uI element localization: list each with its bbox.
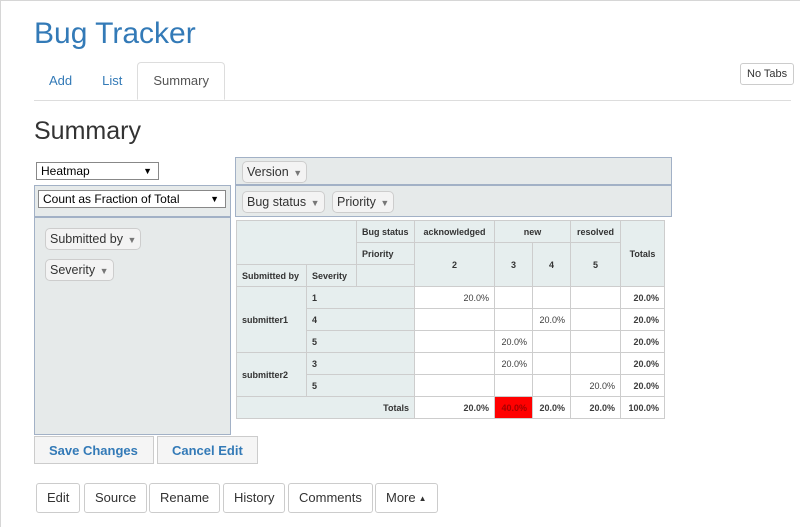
chevron-down-icon: ▼ (143, 166, 152, 176)
tab-add[interactable]: Add (34, 62, 87, 99)
data-cell: 20.0% (494, 330, 533, 353)
data-cell (532, 352, 571, 375)
header-submitted-by: Submitted by (236, 264, 307, 287)
row-severity: 5 (306, 374, 415, 397)
data-cell (570, 308, 621, 331)
attr-severity[interactable]: Severity ▼ (45, 259, 114, 281)
col-header-priority-5: 5 (570, 242, 621, 287)
header-blank (356, 264, 415, 287)
row-severity: 1 (306, 286, 415, 309)
comments-button[interactable]: Comments (288, 483, 373, 513)
tab-bar: Add List Summary (34, 62, 791, 101)
save-changes-button[interactable]: Save Changes (34, 436, 154, 464)
data-cell (494, 308, 533, 331)
header-bug-status: Bug status (356, 220, 415, 243)
history-button[interactable]: History (223, 483, 286, 513)
aggregator-select[interactable]: Count as Fraction of Total ▼ (38, 190, 226, 208)
col-total-cell: 20.0% (570, 396, 621, 419)
renderer-value: Heatmap (41, 164, 90, 178)
header-priority: Priority (356, 242, 415, 265)
cancel-edit-button[interactable]: Cancel Edit (157, 436, 258, 464)
data-cell: 20.0% (532, 308, 571, 331)
col-header-totals: Totals (620, 220, 665, 287)
corner-cell (236, 220, 357, 265)
data-cell (494, 374, 533, 397)
data-cell: 20.0% (414, 286, 495, 309)
row-group-submitter2: submitter2 (236, 352, 307, 397)
attr-priority-label: Priority (337, 195, 376, 209)
more-label: More (386, 490, 416, 505)
data-cell (494, 286, 533, 309)
data-cell (570, 286, 621, 309)
table-row: submitter2 3 20.0% 20.0% (236, 352, 665, 397)
attr-bug-status-label: Bug status (247, 195, 307, 209)
data-cell (532, 374, 571, 397)
col-total-cell-heat: 40.0% (494, 396, 533, 419)
totals-row: Totals 20.0% 40.0% 20.0% 20.0% 100.0% (236, 396, 665, 419)
data-cell (414, 330, 495, 353)
row-total-cell: 20.0% (620, 330, 665, 353)
attr-submitted-by-label: Submitted by (50, 232, 123, 246)
triangle-down-icon: ▼ (377, 198, 390, 208)
col-header-new: new (494, 220, 571, 243)
data-cell: 20.0% (570, 374, 621, 397)
attr-priority[interactable]: Priority ▼ (332, 191, 395, 213)
col-header-priority-4: 4 (532, 242, 571, 287)
col-header-priority-3: 3 (494, 242, 533, 287)
data-cell (570, 330, 621, 353)
renderer-select[interactable]: Heatmap ▼ (36, 162, 159, 180)
col-total-cell: 20.0% (414, 396, 495, 419)
edit-button[interactable]: Edit (36, 483, 81, 513)
triangle-down-icon: ▼ (97, 266, 109, 276)
app-title: Bug Tracker (34, 17, 196, 50)
row-severity: 4 (306, 308, 415, 331)
attr-severity-label: Severity (50, 263, 96, 277)
source-button[interactable]: Source (84, 483, 148, 513)
triangle-down-icon: ▼ (290, 168, 303, 178)
row-severity: 3 (306, 352, 415, 375)
data-cell (570, 352, 621, 375)
attr-version-label: Version (247, 165, 289, 179)
col-header-acknowledged: acknowledged (414, 220, 495, 243)
row-total-cell: 20.0% (620, 308, 665, 331)
pivot-table: Bug status acknowledged new resolved Tot… (236, 220, 665, 419)
col-total-cell: 20.0% (532, 396, 571, 419)
row-total-cell: 20.0% (620, 286, 665, 309)
col-header-priority-2: 2 (414, 242, 495, 287)
row-group-submitter1: submitter1 (236, 286, 307, 353)
attr-version[interactable]: Version ▼ (242, 161, 308, 183)
caret-up-icon: ▲ (418, 494, 427, 503)
aggregator-value: Count as Fraction of Total (43, 192, 180, 206)
data-cell (532, 286, 571, 309)
table-row: submitter1 1 20.0% 20.0% (236, 286, 665, 353)
chevron-down-icon: ▼ (210, 194, 219, 204)
grand-total-cell: 100.0% (620, 396, 665, 419)
data-cell (532, 330, 571, 353)
attr-submitted-by[interactable]: Submitted by ▼ (45, 228, 142, 250)
data-cell: 20.0% (494, 352, 533, 375)
attr-bug-status[interactable]: Bug status ▼ (242, 191, 325, 213)
row-total-cell: 20.0% (620, 352, 665, 375)
row-severity: 5 (306, 330, 415, 353)
page-heading: Summary (34, 117, 141, 145)
triangle-down-icon: ▼ (308, 198, 320, 208)
header-severity: Severity (306, 264, 357, 287)
totals-label: Totals (236, 396, 415, 419)
data-cell (414, 352, 495, 375)
row-total-cell: 20.0% (620, 374, 665, 397)
data-cell (414, 308, 495, 331)
triangle-down-icon: ▼ (124, 235, 137, 245)
tab-summary[interactable]: Summary (137, 62, 225, 100)
data-cell (414, 374, 495, 397)
more-button[interactable]: More ▲ (375, 483, 438, 513)
tab-list[interactable]: List (87, 62, 137, 99)
rename-button[interactable]: Rename (149, 483, 221, 513)
col-header-resolved: resolved (570, 220, 621, 243)
